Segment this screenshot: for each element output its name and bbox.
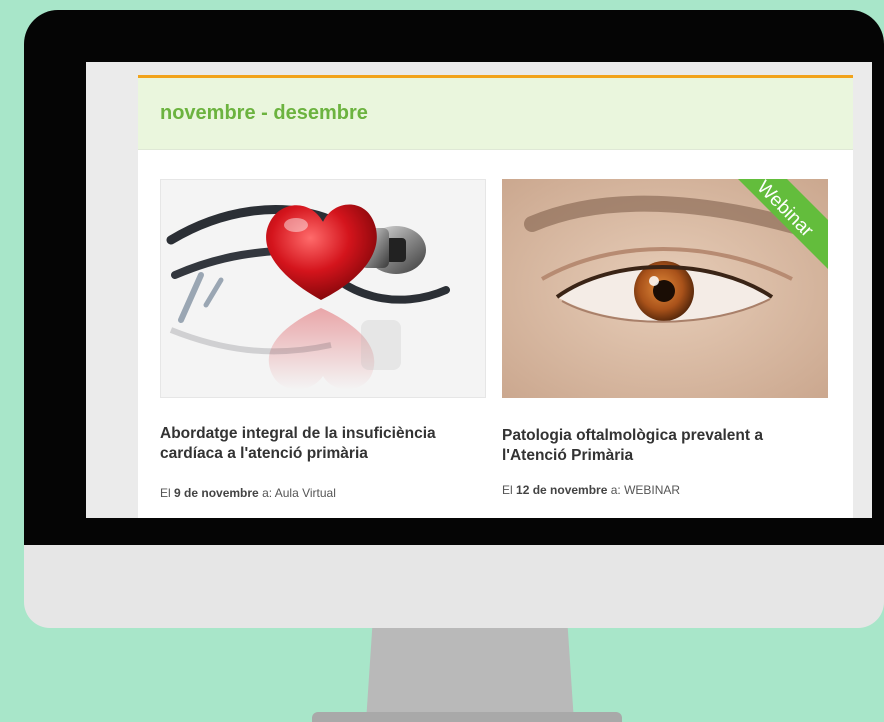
course-card[interactable]: Abordatge integral de la insuficiència c… [160, 179, 486, 500]
location-prefix: a: [610, 483, 621, 497]
eye-illustration: Webinar [502, 179, 828, 398]
course-location: WEBINAR [624, 483, 681, 497]
monitor-stand-foot [312, 712, 622, 722]
date-prefix: El [160, 486, 171, 500]
course-date: 12 de novembre [516, 483, 608, 497]
monitor: novembre - desembre Abordatge integral d… [24, 10, 884, 628]
course-date-location: El 12 de novembre a: WEBINAR [502, 483, 828, 497]
course-image-eye[interactable]: Webinar [502, 179, 828, 398]
location-prefix: a: [262, 486, 273, 500]
monitor-chin [24, 545, 884, 628]
heart-stethoscope-illustration [166, 204, 450, 390]
course-date: 9 de novembre [174, 486, 259, 500]
course-card[interactable]: Webinar Patologia oftalmològica prevalen… [502, 179, 828, 497]
course-date-location: El 9 de novembre a: Aula Virtual [160, 486, 486, 500]
newsletter: novembre - desembre Abordatge integral d… [138, 75, 853, 518]
course-location: Aula Virtual [274, 486, 336, 500]
course-image-heart[interactable] [160, 179, 486, 398]
monitor-screen: novembre - desembre Abordatge integral d… [86, 62, 872, 518]
date-prefix: El [502, 483, 513, 497]
monitor-stand-neck [366, 628, 574, 722]
section-header: novembre - desembre [138, 75, 853, 150]
section-title: novembre - desembre [160, 102, 368, 124]
course-title[interactable]: Patologia oftalmològica prevalent a l'At… [502, 426, 828, 466]
course-title[interactable]: Abordatge integral de la insuficiència c… [160, 424, 486, 464]
